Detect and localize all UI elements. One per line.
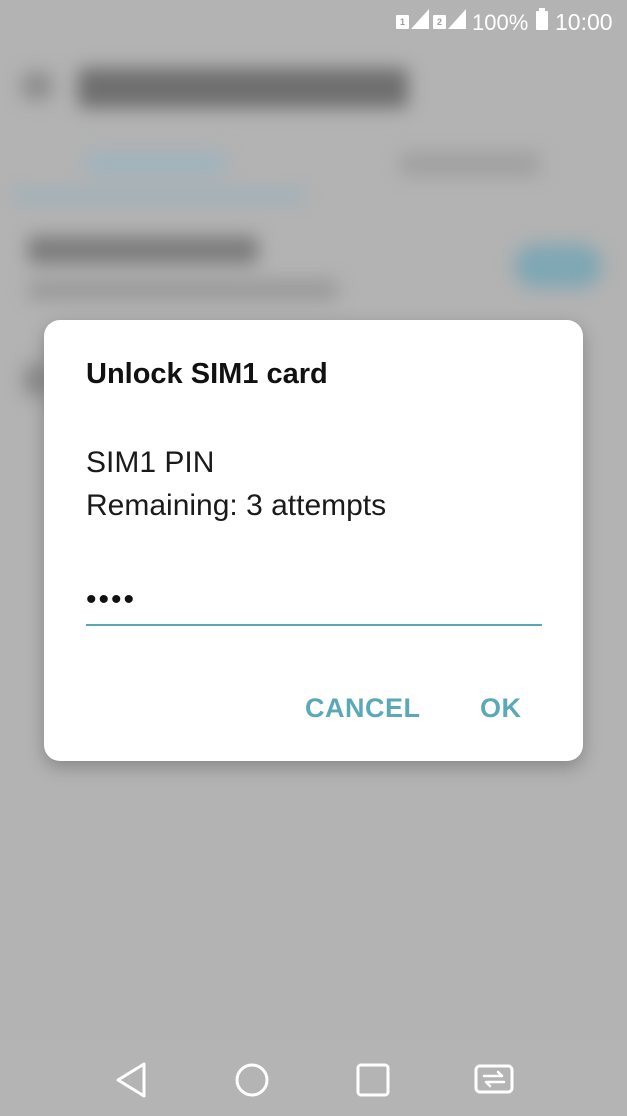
sim1-badge: 1: [396, 15, 409, 29]
ok-button[interactable]: OK: [470, 684, 532, 732]
bg-tab-2: [400, 152, 540, 176]
bg-row-sub: [28, 280, 338, 300]
unlock-sim-dialog: Unlock SIM1 card SIM1 PIN Remaining: 3 a…: [44, 320, 583, 761]
bg-row-title: [28, 236, 258, 264]
sim2-badge: 2: [433, 15, 446, 29]
bg-title: [78, 68, 408, 108]
dialog-title: Unlock SIM1 card: [86, 358, 328, 390]
signal-icon: [411, 9, 429, 29]
status-bar: 1 2 100% 10:00: [0, 0, 627, 44]
recents-icon[interactable]: [351, 1058, 395, 1102]
clock: 10:00: [555, 9, 613, 35]
back-icon[interactable]: [110, 1058, 154, 1102]
bg-tab-1: [86, 152, 226, 176]
dual-window-icon[interactable]: [472, 1058, 516, 1102]
pin-input[interactable]: [86, 576, 542, 626]
signal-icon: [448, 9, 466, 29]
home-icon[interactable]: [230, 1058, 274, 1102]
cancel-button[interactable]: CANCEL: [295, 684, 431, 732]
pin-label: SIM1 PIN: [86, 446, 215, 479]
bg-toggle: [514, 244, 602, 288]
sim1-signal: 1: [396, 9, 429, 29]
bg-back-arrow: [22, 72, 52, 100]
battery-percent: 100%: [472, 10, 529, 35]
sim2-signal: 2: [433, 9, 466, 29]
remaining-attempts: Remaining: 3 attempts: [86, 489, 387, 522]
bg-tab-indicator: [14, 192, 304, 200]
battery-icon: [536, 8, 548, 30]
navigation-bar: [0, 1040, 627, 1116]
